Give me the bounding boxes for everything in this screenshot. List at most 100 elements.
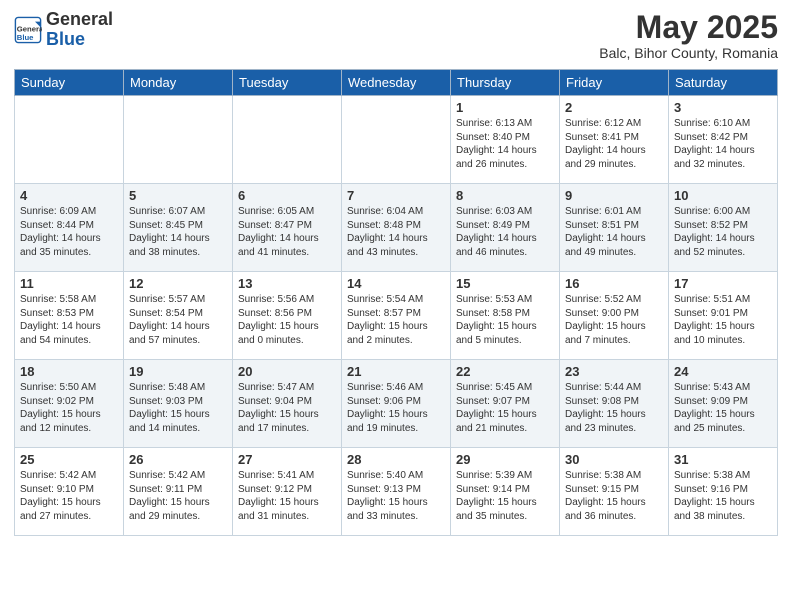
calendar-week-row: 18 Sunrise: 5:50 AM Sunset: 9:02 PM Dayli… <box>15 360 778 448</box>
day-number: 19 <box>129 364 227 379</box>
day-info: Sunrise: 6:13 AM Sunset: 8:40 PM Dayligh… <box>456 117 554 171</box>
table-row: 8 Sunrise: 6:03 AM Sunset: 8:49 PM Daylig… <box>451 184 560 272</box>
table-row: 7 Sunrise: 6:04 AM Sunset: 8:48 PM Daylig… <box>342 184 451 272</box>
table-row: 26Sunrise: 5:42 AM Sunset: 9:11 PM Dayli… <box>124 448 233 536</box>
table-row <box>124 96 233 184</box>
month-title: May 2025 <box>599 10 778 45</box>
logo-icon: General Blue <box>14 16 42 44</box>
col-sunday: Sunday <box>15 70 124 96</box>
day-number: 27 <box>238 452 336 467</box>
page-container: General Blue General Blue May 2025 Balc,… <box>0 0 792 612</box>
day-number: 6 <box>238 188 336 203</box>
day-info: Sunrise: 5:47 AM Sunset: 9:04 PM Dayligh… <box>238 381 336 435</box>
logo-general-text: General <box>46 10 113 30</box>
day-info: Sunrise: 5:38 AM Sunset: 9:15 PM Dayligh… <box>565 469 663 523</box>
day-info: Sunrise: 6:12 AM Sunset: 8:41 PM Dayligh… <box>565 117 663 171</box>
day-info: Sunrise: 5:42 AM Sunset: 9:11 PM Dayligh… <box>129 469 227 523</box>
day-info: Sunrise: 5:58 AM Sunset: 8:53 PM Dayligh… <box>20 293 118 347</box>
day-number: 5 <box>129 188 227 203</box>
day-info: Sunrise: 6:00 AM Sunset: 8:52 PM Dayligh… <box>674 205 772 259</box>
day-number: 16 <box>565 276 663 291</box>
day-info: Sunrise: 5:51 AM Sunset: 9:01 PM Dayligh… <box>674 293 772 347</box>
table-row <box>233 96 342 184</box>
day-number: 8 <box>456 188 554 203</box>
table-row: 17 Sunrise: 5:51 AM Sunset: 9:01 PM Dayli… <box>669 272 778 360</box>
day-number: 3 <box>674 100 772 115</box>
table-row: 18 Sunrise: 5:50 AM Sunset: 9:02 PM Dayli… <box>15 360 124 448</box>
table-row: 1 Sunrise: 6:13 AM Sunset: 8:40 PM Daylig… <box>451 96 560 184</box>
table-row: 19 Sunrise: 5:48 AM Sunset: 9:03 PM Dayli… <box>124 360 233 448</box>
day-info: Sunrise: 6:09 AM Sunset: 8:44 PM Dayligh… <box>20 205 118 259</box>
day-number: 18 <box>20 364 118 379</box>
day-number: 2 <box>565 100 663 115</box>
table-row: 14 Sunrise: 5:54 AM Sunset: 8:57 PM Dayli… <box>342 272 451 360</box>
day-number: 30 <box>565 452 663 467</box>
day-info: Sunrise: 5:53 AM Sunset: 8:58 PM Dayligh… <box>456 293 554 347</box>
table-row: 10 Sunrise: 6:00 AM Sunset: 8:52 PM Dayli… <box>669 184 778 272</box>
calendar-week-row: 1 Sunrise: 6:13 AM Sunset: 8:40 PM Daylig… <box>15 96 778 184</box>
table-row: 30 Sunrise: 5:38 AM Sunset: 9:15 PM Dayli… <box>560 448 669 536</box>
day-info: Sunrise: 5:38 AM Sunset: 9:16 PM Dayligh… <box>674 469 772 523</box>
day-number: 1 <box>456 100 554 115</box>
day-info: Sunrise: 5:44 AM Sunset: 9:08 PM Dayligh… <box>565 381 663 435</box>
day-number: 4 <box>20 188 118 203</box>
logo: General Blue General Blue <box>14 10 113 50</box>
day-number: 21 <box>347 364 445 379</box>
day-number: 14 <box>347 276 445 291</box>
day-number: 10 <box>674 188 772 203</box>
table-row: 21Sunrise: 5:46 AM Sunset: 9:06 PM Dayli… <box>342 360 451 448</box>
day-number: 7 <box>347 188 445 203</box>
day-info: Sunrise: 6:03 AM Sunset: 8:49 PM Dayligh… <box>456 205 554 259</box>
day-info: Sunrise: 5:56 AM Sunset: 8:56 PM Dayligh… <box>238 293 336 347</box>
table-row: 9Sunrise: 6:01 AM Sunset: 8:51 PM Daylig… <box>560 184 669 272</box>
day-info: Sunrise: 5:57 AM Sunset: 8:54 PM Dayligh… <box>129 293 227 347</box>
svg-text:Blue: Blue <box>17 33 34 42</box>
location: Balc, Bihor County, Romania <box>599 45 778 61</box>
day-number: 12 <box>129 276 227 291</box>
table-row: 24Sunrise: 5:43 AM Sunset: 9:09 PM Dayli… <box>669 360 778 448</box>
table-row: 12 Sunrise: 5:57 AM Sunset: 8:54 PM Dayli… <box>124 272 233 360</box>
day-info: Sunrise: 5:54 AM Sunset: 8:57 PM Dayligh… <box>347 293 445 347</box>
table-row <box>342 96 451 184</box>
day-info: Sunrise: 5:43 AM Sunset: 9:09 PM Dayligh… <box>674 381 772 435</box>
col-monday: Monday <box>124 70 233 96</box>
day-info: Sunrise: 5:48 AM Sunset: 9:03 PM Dayligh… <box>129 381 227 435</box>
header: General Blue General Blue May 2025 Balc,… <box>14 10 778 61</box>
day-info: Sunrise: 5:52 AM Sunset: 9:00 PM Dayligh… <box>565 293 663 347</box>
calendar-week-row: 4 Sunrise: 6:09 AM Sunset: 8:44 PM Daylig… <box>15 184 778 272</box>
table-row: 31 Sunrise: 5:38 AM Sunset: 9:16 PM Dayli… <box>669 448 778 536</box>
day-info: Sunrise: 5:42 AM Sunset: 9:10 PM Dayligh… <box>20 469 118 523</box>
table-row: 4 Sunrise: 6:09 AM Sunset: 8:44 PM Daylig… <box>15 184 124 272</box>
title-block: May 2025 Balc, Bihor County, Romania <box>599 10 778 61</box>
day-info: Sunrise: 6:07 AM Sunset: 8:45 PM Dayligh… <box>129 205 227 259</box>
table-row: 22Sunrise: 5:45 AM Sunset: 9:07 PM Dayli… <box>451 360 560 448</box>
table-row: 3 Sunrise: 6:10 AM Sunset: 8:42 PM Daylig… <box>669 96 778 184</box>
day-number: 31 <box>674 452 772 467</box>
calendar-week-row: 25Sunrise: 5:42 AM Sunset: 9:10 PM Dayli… <box>15 448 778 536</box>
calendar-header-row: Sunday Monday Tuesday Wednesday Thursday… <box>15 70 778 96</box>
day-info: Sunrise: 6:04 AM Sunset: 8:48 PM Dayligh… <box>347 205 445 259</box>
day-info: Sunrise: 5:39 AM Sunset: 9:14 PM Dayligh… <box>456 469 554 523</box>
table-row: 5 Sunrise: 6:07 AM Sunset: 8:45 PM Daylig… <box>124 184 233 272</box>
calendar-table: Sunday Monday Tuesday Wednesday Thursday… <box>14 69 778 536</box>
day-number: 20 <box>238 364 336 379</box>
day-number: 28 <box>347 452 445 467</box>
col-wednesday: Wednesday <box>342 70 451 96</box>
col-friday: Friday <box>560 70 669 96</box>
table-row <box>15 96 124 184</box>
logo-blue-text: Blue <box>46 30 113 50</box>
day-number: 23 <box>565 364 663 379</box>
logo-text: General Blue <box>46 10 113 50</box>
col-saturday: Saturday <box>669 70 778 96</box>
day-number: 22 <box>456 364 554 379</box>
table-row: 6Sunrise: 6:05 AM Sunset: 8:47 PM Daylig… <box>233 184 342 272</box>
table-row: 11Sunrise: 5:58 AM Sunset: 8:53 PM Dayli… <box>15 272 124 360</box>
day-info: Sunrise: 6:10 AM Sunset: 8:42 PM Dayligh… <box>674 117 772 171</box>
calendar-week-row: 11Sunrise: 5:58 AM Sunset: 8:53 PM Dayli… <box>15 272 778 360</box>
day-number: 17 <box>674 276 772 291</box>
day-info: Sunrise: 5:50 AM Sunset: 9:02 PM Dayligh… <box>20 381 118 435</box>
day-number: 13 <box>238 276 336 291</box>
day-number: 15 <box>456 276 554 291</box>
day-number: 29 <box>456 452 554 467</box>
table-row: 27Sunrise: 5:41 AM Sunset: 9:12 PM Dayli… <box>233 448 342 536</box>
